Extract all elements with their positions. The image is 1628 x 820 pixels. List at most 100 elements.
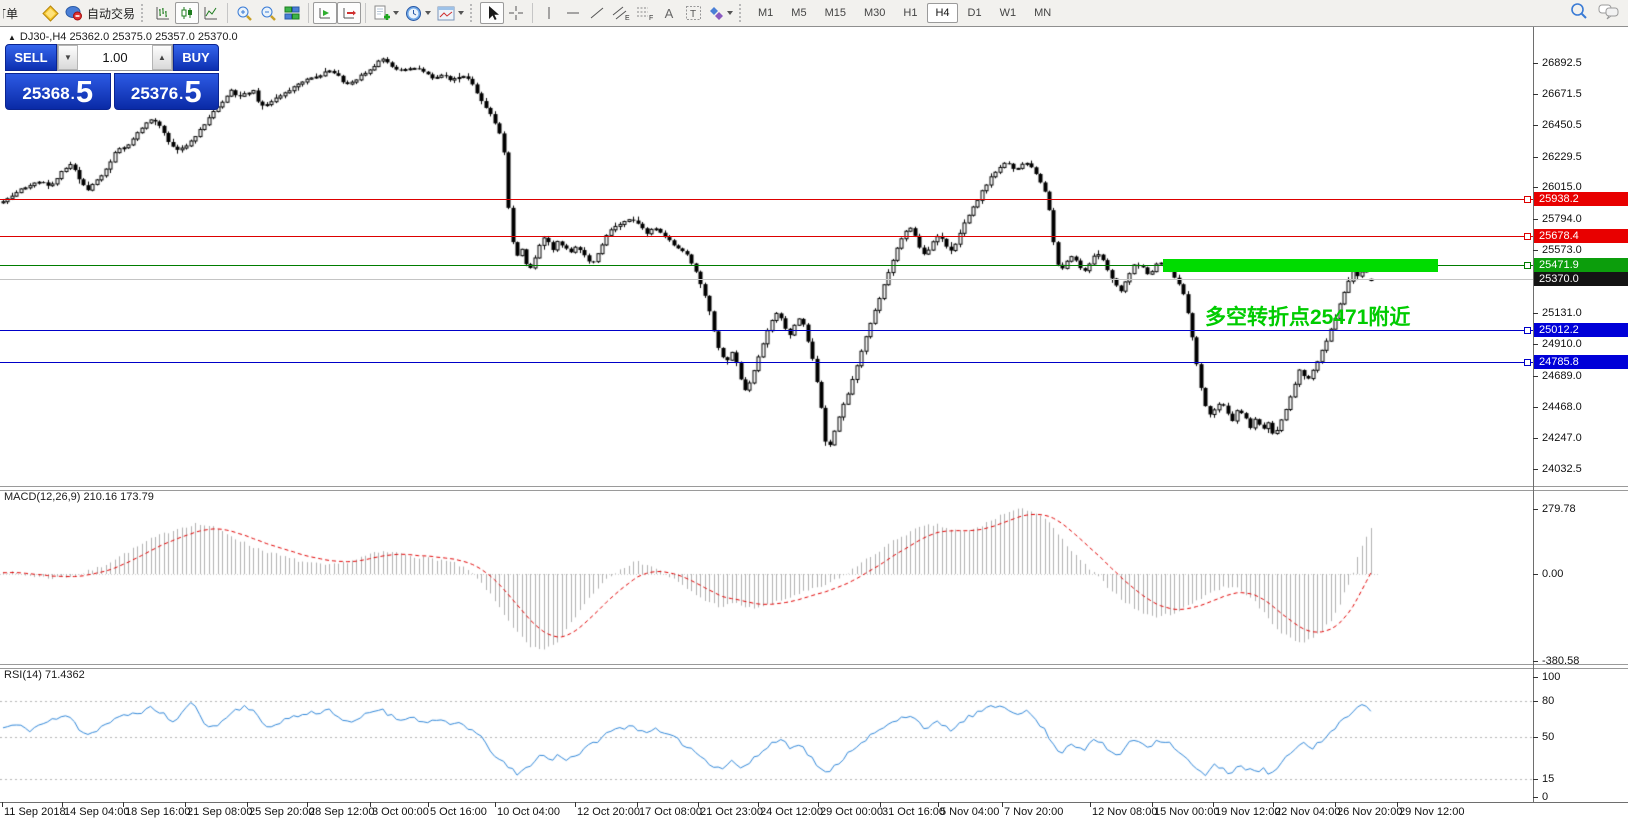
bar-chart-button[interactable] bbox=[151, 2, 175, 24]
templates-button[interactable] bbox=[434, 2, 467, 24]
macd-axis-label: -380.58 bbox=[1542, 655, 1579, 667]
timeframe-MN[interactable]: MN bbox=[1026, 3, 1059, 23]
sell-button[interactable]: SELL bbox=[5, 44, 57, 71]
horizontal-level-line[interactable] bbox=[0, 236, 1533, 237]
cursor-icon bbox=[484, 5, 500, 21]
price-tick bbox=[1533, 344, 1538, 345]
volume-value[interactable]: 1.00 bbox=[78, 50, 152, 65]
timeframe-H1[interactable]: H1 bbox=[895, 3, 925, 23]
time-axis-label: 25 Sep 20:00 bbox=[249, 806, 314, 818]
vertical-line-tool[interactable] bbox=[537, 2, 561, 24]
rsi-axis-label: 100 bbox=[1542, 671, 1560, 683]
sell-label: SELL bbox=[14, 50, 47, 65]
macd-indicator-canvas[interactable] bbox=[0, 490, 1533, 664]
rsi-axis-label: 15 bbox=[1542, 773, 1554, 785]
macd-rsi-splitter[interactable] bbox=[0, 664, 1628, 669]
collapse-triangle-icon[interactable]: ▲ bbox=[8, 33, 16, 42]
line-end-marker bbox=[1524, 233, 1531, 240]
main-macd-splitter[interactable] bbox=[0, 486, 1628, 491]
price-axis-border bbox=[1533, 27, 1534, 803]
rsi-tick bbox=[1533, 701, 1538, 702]
buy-price-button[interactable]: 25376.5 bbox=[114, 73, 220, 110]
time-axis-label: 5 Oct 16:00 bbox=[430, 806, 487, 818]
text-tool-label: A bbox=[665, 6, 674, 21]
time-axis-label: 29 Oct 00:00 bbox=[820, 806, 883, 818]
line-chart-button[interactable] bbox=[199, 2, 223, 24]
time-axis-label: 10 Oct 04:00 bbox=[497, 806, 560, 818]
periods-clock-icon bbox=[405, 5, 422, 22]
new-order-button[interactable]: 订单 bbox=[0, 2, 38, 24]
level-price-tag: 25012.2 bbox=[1534, 323, 1628, 337]
indicators-button[interactable] bbox=[370, 2, 402, 24]
toolbar-grip bbox=[141, 4, 148, 22]
chat-icon[interactable] bbox=[1598, 3, 1620, 20]
timeframe-M15[interactable]: M15 bbox=[817, 3, 854, 23]
candlestick-chart-button[interactable] bbox=[175, 2, 199, 24]
time-tick bbox=[758, 802, 759, 807]
timeframe-M1[interactable]: M1 bbox=[750, 3, 781, 23]
chart-shift-button[interactable] bbox=[337, 2, 361, 24]
time-tick bbox=[1090, 802, 1091, 807]
search-icon[interactable] bbox=[1570, 2, 1588, 20]
zoom-in-button[interactable] bbox=[232, 2, 256, 24]
auto-scroll-button[interactable] bbox=[313, 2, 337, 24]
time-tick bbox=[818, 802, 819, 807]
main-chart-canvas[interactable] bbox=[0, 27, 1533, 487]
periods-dropdown-caret bbox=[425, 11, 431, 15]
line-end-marker bbox=[1524, 196, 1531, 203]
bar-chart-icon bbox=[155, 5, 171, 21]
timeframe-M30[interactable]: M30 bbox=[856, 3, 893, 23]
buy-button[interactable]: BUY bbox=[173, 44, 219, 71]
price-tick bbox=[1533, 313, 1538, 314]
new-order-label: 订单 bbox=[3, 5, 18, 22]
timeframe-H4[interactable]: H4 bbox=[927, 3, 957, 23]
zoom-out-button[interactable] bbox=[256, 2, 280, 24]
chart-annotation-text[interactable]: 多空转折点25471附近 bbox=[1205, 301, 1410, 331]
horizontal-line-tool[interactable] bbox=[561, 2, 585, 24]
horizontal-level-line[interactable] bbox=[0, 199, 1533, 200]
time-axis-label: 18 Sep 16:00 bbox=[125, 806, 190, 818]
tile-windows-button[interactable] bbox=[280, 2, 304, 24]
mt4-terminal: 订单 自动交易 bbox=[0, 0, 1628, 820]
rsi-indicator-canvas[interactable] bbox=[0, 668, 1533, 802]
timeframe-M5[interactable]: M5 bbox=[783, 3, 814, 23]
price-tick bbox=[1533, 187, 1538, 188]
indicators-dropdown-caret bbox=[393, 11, 399, 15]
chart-shift-icon bbox=[341, 5, 357, 21]
arrows-tool[interactable] bbox=[705, 2, 736, 24]
text-tool[interactable]: A bbox=[657, 2, 681, 24]
gold-icon-button[interactable] bbox=[38, 2, 62, 24]
toolbar: 订单 自动交易 bbox=[0, 0, 1628, 27]
volume-increase-button[interactable]: ▲ bbox=[152, 45, 172, 70]
time-axis-label: 28 Sep 12:00 bbox=[309, 806, 374, 818]
timeframe-D1[interactable]: D1 bbox=[960, 3, 990, 23]
horizontal-level-line[interactable] bbox=[0, 362, 1533, 363]
volume-decrease-button[interactable]: ▼ bbox=[58, 45, 78, 70]
fibonacci-tool[interactable]: F bbox=[633, 2, 657, 24]
trendline-tool[interactable] bbox=[585, 2, 609, 24]
line-chart-icon bbox=[203, 5, 219, 21]
cursor-button[interactable] bbox=[480, 2, 504, 24]
autotrading-button[interactable]: 自动交易 bbox=[62, 2, 138, 24]
highlight-rectangle[interactable] bbox=[1163, 259, 1438, 272]
time-axis-label: 5 Nov 04:00 bbox=[940, 806, 999, 818]
time-tick bbox=[2, 802, 3, 807]
price-tick bbox=[1533, 407, 1538, 408]
time-axis-label: 21 Oct 23:00 bbox=[700, 806, 763, 818]
periods-button[interactable] bbox=[402, 2, 434, 24]
indicators-icon bbox=[373, 5, 390, 22]
price-axis-label: 24468.0 bbox=[1542, 401, 1582, 413]
text-label-tool[interactable]: T bbox=[681, 2, 705, 24]
crosshair-button[interactable] bbox=[504, 2, 528, 24]
timeframe-W1[interactable]: W1 bbox=[992, 3, 1025, 23]
zoom-out-icon bbox=[260, 5, 277, 22]
price-axis-label: 25131.0 bbox=[1542, 307, 1582, 319]
equidistant-channel-tool[interactable]: E bbox=[609, 2, 633, 24]
price-axis-label: 24689.0 bbox=[1542, 370, 1582, 382]
toolbar-grip bbox=[470, 4, 477, 22]
sell-price-button[interactable]: 25368.5 bbox=[5, 73, 111, 110]
time-tick bbox=[185, 802, 186, 807]
price-tick bbox=[1533, 376, 1538, 377]
time-tick bbox=[123, 802, 124, 807]
rsi-label: RSI(14) 71.4362 bbox=[4, 669, 85, 681]
